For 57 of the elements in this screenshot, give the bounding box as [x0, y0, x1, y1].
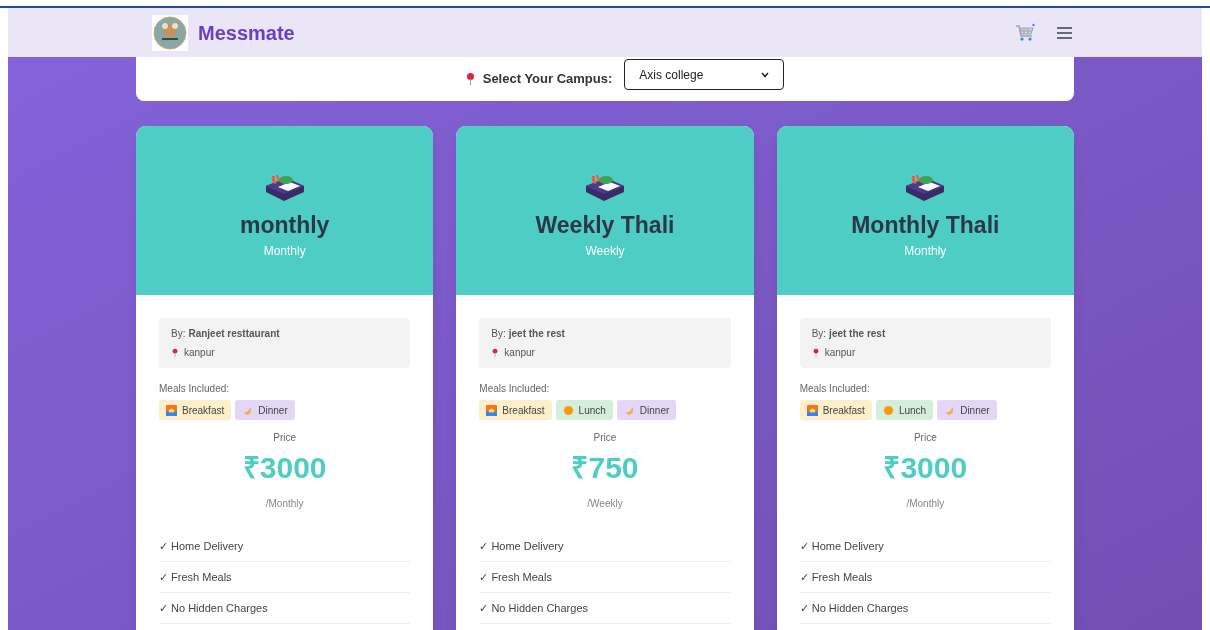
plan-title: monthly [239, 211, 330, 240]
feature-item: ✓ Fresh Meals [159, 562, 411, 593]
feature-item: ✓ Home Delivery [799, 531, 1051, 562]
meal-name: Breakfast [182, 403, 225, 418]
vendor-location: kanpur [824, 346, 856, 360]
brand-name[interactable]: Messmate [198, 17, 295, 48]
feature-item: ✓ No Hidden Charges [799, 593, 1051, 624]
plan-period: Weekly [585, 243, 625, 260]
price-period: /Monthly [906, 497, 945, 511]
feature-item: ✓ Home Delivery [159, 531, 411, 562]
feature-item: ✓ Fresh Meals [799, 562, 1051, 593]
meal-name: Dinner [960, 403, 990, 418]
vendor-name: jeet the rest [829, 327, 886, 341]
vendor-label: By: [491, 327, 506, 341]
meals-label: Meals Included: [159, 382, 231, 396]
sun-icon [882, 404, 894, 416]
price-period: /Monthly [265, 497, 304, 511]
plan-title: Weekly Thali [535, 211, 675, 240]
pin-icon [465, 71, 475, 86]
menu-icon[interactable] [1057, 25, 1072, 40]
sunrise-icon [806, 404, 818, 416]
vendor-name: jeet the rest [508, 327, 565, 341]
price: ₹3000 [242, 450, 327, 486]
meal-name: Dinner [258, 403, 288, 418]
price-label: Price [913, 431, 937, 445]
sunrise-icon [166, 404, 177, 416]
meals-label: Meals Included: [479, 382, 551, 396]
meal-name: Breakfast [502, 403, 545, 418]
sun-icon [562, 404, 574, 416]
feature-item: ✓ Home Delivery [479, 531, 731, 562]
price: ₹3000 [883, 450, 968, 486]
plan-title: Monthly Thali [851, 211, 1000, 240]
vendor-location: kanpur [184, 346, 215, 360]
campus-select[interactable]: Axis college [624, 59, 785, 90]
price-label: Price [593, 431, 617, 445]
meal-name: Dinner [639, 403, 670, 418]
meal-name: Lunch [578, 403, 606, 418]
meal-name: Breakfast [822, 403, 865, 418]
logo-icon [152, 14, 188, 51]
meal-name: Lunch [898, 403, 927, 418]
feature-item: ✓ No Hidden Charges [159, 593, 411, 624]
price-label: Price [273, 431, 297, 445]
feature-item: ✓ Fresh Meals [479, 562, 731, 593]
vendor-label: By: [811, 327, 827, 341]
vendor-location: kanpur [504, 346, 535, 360]
chevron-down-icon [761, 71, 770, 78]
campus-label: Select Your Campus: [482, 69, 613, 88]
meals-label: Meals Included: [799, 382, 871, 396]
cart-icon[interactable] [1015, 23, 1035, 42]
plan-period: Monthly [263, 243, 306, 260]
feature-item: ✓ No Hidden Charges [479, 593, 731, 624]
plan-period: Monthly [904, 243, 947, 260]
vendor-label: By: [171, 327, 186, 341]
price-period: /Weekly [587, 497, 623, 511]
vendor-name: Ranjeet resttaurant [188, 327, 280, 341]
price: ₹750 [571, 450, 639, 486]
sunrise-icon [486, 404, 498, 416]
